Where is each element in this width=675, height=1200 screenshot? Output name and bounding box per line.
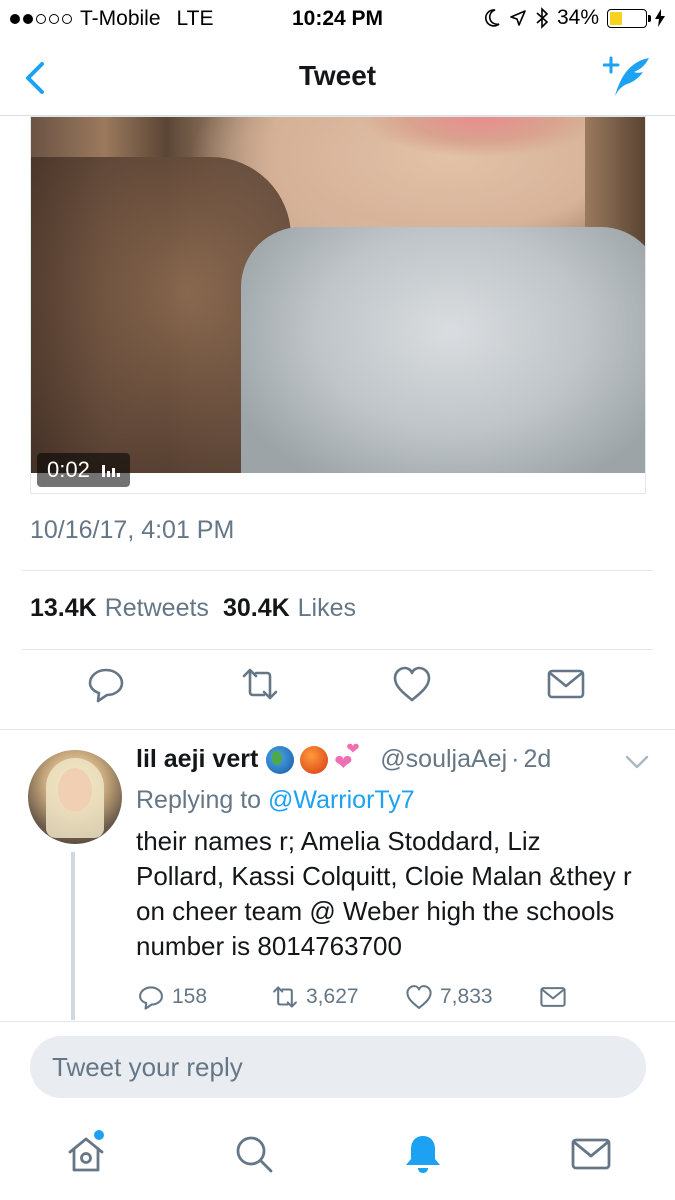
- reply-age: 2d: [523, 745, 552, 773]
- bluetooth-icon: [536, 7, 549, 29]
- tweet-actions: [0, 662, 675, 718]
- charging-bolt-icon: [655, 9, 665, 27]
- reply-icon: [139, 986, 163, 1010]
- replying-prefix: Replying to: [136, 786, 262, 814]
- like-count: 7,833: [440, 985, 493, 1008]
- reply-author-handle[interactable]: @souljaAej: [380, 745, 507, 774]
- replying-mention[interactable]: @WarriorTy7: [268, 786, 415, 814]
- basketball-icon: [300, 745, 329, 774]
- nav-bar: Tweet: [0, 40, 675, 116]
- section-divider: [0, 1021, 675, 1022]
- messages-icon[interactable]: [569, 1132, 613, 1176]
- video-duration-badge: 0:02: [37, 453, 130, 487]
- location-arrow-icon: [510, 10, 526, 26]
- tweet-stats: 13.4K Retweets 30.4K Likes: [30, 594, 356, 623]
- tweet-timestamp: 10/16/17, 4:01 PM: [30, 516, 235, 544]
- reply-header: lil aeji vert ❤ ❤ @souljaAej · 2d: [136, 740, 552, 775]
- moon-icon: [484, 9, 500, 27]
- reply-icon[interactable]: [84, 662, 128, 706]
- reply-composer[interactable]: [30, 1036, 646, 1098]
- compose-tweet-icon[interactable]: [603, 54, 653, 100]
- home-notification-dot: [94, 1130, 104, 1140]
- chevron-down-icon[interactable]: [625, 754, 649, 770]
- two-hearts-icon: ❤ ❤: [334, 740, 360, 775]
- avatar-detail: [58, 768, 92, 812]
- sound-bars-icon: [101, 463, 120, 477]
- reply-text: their names r; Amelia Stoddard, Liz Poll…: [136, 826, 632, 961]
- reply-author-name[interactable]: lil aeji vert: [136, 745, 258, 774]
- reply-reply-action[interactable]: 158: [136, 982, 207, 1012]
- video-duration: 0:02: [47, 457, 90, 482]
- reply-dm-action[interactable]: [538, 982, 568, 1012]
- section-divider: [0, 729, 675, 730]
- like-icon[interactable]: [390, 662, 434, 706]
- likes-label: Likes: [297, 594, 357, 622]
- replying-to: Replying to @WarriorTy7: [136, 786, 415, 815]
- like-icon: [406, 985, 432, 1009]
- divider: [22, 649, 653, 650]
- meta-separator: ·: [511, 745, 520, 773]
- reply-count: 158: [172, 985, 208, 1008]
- reply-like-action[interactable]: 7,833: [404, 982, 493, 1012]
- dm-icon: [540, 987, 566, 1007]
- video-frame-center: [241, 227, 645, 487]
- notifications-icon[interactable]: [401, 1132, 445, 1176]
- reply-retweet-action[interactable]: 3,627: [270, 982, 359, 1012]
- reply-actions: 158 3,627 7,833: [136, 982, 596, 1014]
- divider: [22, 570, 653, 571]
- retweet-icon: [273, 986, 297, 1008]
- earth-globe-icon: [266, 745, 295, 774]
- retweets-count: 13.4K: [30, 594, 97, 622]
- retweet-icon[interactable]: [238, 662, 282, 706]
- battery-percent: 34%: [556, 6, 599, 29]
- search-icon[interactable]: [232, 1132, 276, 1176]
- dm-icon[interactable]: [544, 662, 588, 706]
- tweet-video[interactable]: 0:02: [30, 116, 646, 494]
- retweet-count: 3,627: [306, 985, 359, 1008]
- likes-stat[interactable]: 30.4K Likes: [223, 594, 356, 623]
- retweets-label: Retweets: [104, 594, 209, 622]
- page-title: Tweet: [298, 60, 377, 91]
- status-bar: T-Mobile LTE 10:24 PM 34%: [0, 0, 675, 40]
- battery-icon: [607, 8, 651, 28]
- retweets-stat[interactable]: 13.4K Retweets: [30, 594, 209, 623]
- reply-input[interactable]: [52, 1052, 612, 1083]
- thread-line: [71, 852, 75, 1020]
- likes-count: 30.4K: [222, 594, 290, 622]
- status-right: 34%: [484, 6, 665, 30]
- avatar[interactable]: [28, 750, 122, 844]
